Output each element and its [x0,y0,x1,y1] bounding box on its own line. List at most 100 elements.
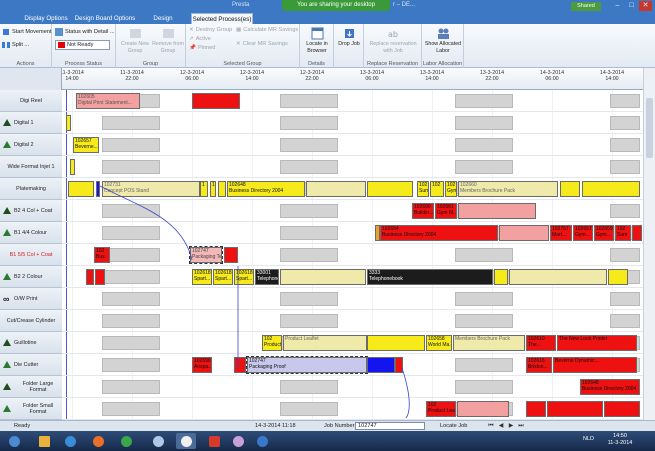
job-bar[interactable] [280,269,366,285]
taskbar-explorer[interactable] [34,433,54,449]
job-bar[interactable] [547,401,603,417]
job-bar[interactable]: 102654 Business Directory 2004 [380,225,498,241]
job-bar[interactable]: 102618 Spart... [213,269,233,285]
job-bar[interactable] [68,181,94,197]
active-button[interactable]: ↗ Active [189,36,211,42]
remove-from-group-button[interactable]: Remove from Group [152,27,184,54]
job-number-input[interactable]: 102747 [355,422,425,430]
show-allocated-labor-button[interactable]: Show Allocated Labor [424,27,462,54]
resource-row-header[interactable]: Die Cutter [0,354,62,376]
job-bar[interactable]: 102Product Leaf... [426,401,456,417]
close-button[interactable]: ✕ [639,1,652,11]
tab-design-board-options[interactable]: Design Board Options [74,13,136,24]
resource-row-header[interactable]: Digital 1 [0,112,62,134]
locate-in-browser-button[interactable]: Locate in Browser [302,27,332,54]
job-bar[interactable]: The New Look Printer [557,335,637,351]
tab-design-advanced[interactable]: Design (Advanced) [138,13,188,33]
start-button[interactable] [4,433,24,449]
job-bar[interactable]: 102660 Members Brochure Pack [458,181,558,197]
job-bar[interactable]: 102648 Business Directory 2004 [580,379,640,395]
job-bar[interactable]: Members Brochure Pack [453,335,525,351]
clear-mr-savings-button[interactable]: ✕ Clear MR Savings [236,41,288,47]
job-bar[interactable]: 102657 Gym... [573,225,593,241]
vertical-scrollbar[interactable] [643,68,655,420]
job-bar[interactable] [608,269,628,285]
job-bar[interactable]: 102605 Digital Print Statement... [76,93,140,109]
resource-row-header[interactable]: Digi Reel [0,90,62,112]
job-bar[interactable] [306,181,366,197]
job-bar[interactable]: 102Product... [262,335,282,351]
minimize-button[interactable]: – [611,1,624,11]
split-button[interactable]: Split ... [2,41,29,49]
destroy-group-button[interactable]: ✕ Destroy Group [189,27,232,33]
job-bar[interactable] [604,401,640,417]
job-bar[interactable] [96,181,100,197]
tab-display-options[interactable]: Display Options [20,13,72,24]
locate-job-button[interactable]: Locate Job [440,421,467,431]
tab-selected-processes[interactable]: Selected Process(es) [191,13,253,24]
job-bar[interactable] [367,181,413,197]
job-bar[interactable]: 102 Sum [615,225,631,241]
job-bar[interactable] [367,357,395,373]
job-bar[interactable]: 33001Telephone... [255,269,279,285]
job-bar[interactable] [494,269,508,285]
calculate-mr-savings-button[interactable]: ▦ Calculate MR Savings [236,27,298,33]
resource-row-header[interactable]: Platemaking [0,178,62,200]
job-bar[interactable] [66,115,71,131]
maximize-button[interactable]: □ [625,1,638,11]
job-bar[interactable]: 102618 Spart... [192,269,212,285]
taskbar-app-2[interactable] [228,433,248,449]
job-bar[interactable]: 102757 Mart... [550,225,572,241]
scrollbar-thumb[interactable] [646,98,653,158]
tray-clock[interactable]: 14:50 11-3-2014 [604,433,636,447]
job-bar[interactable]: 102747Packaging Test [189,246,223,264]
resource-row-header[interactable]: Folder Small Format [0,398,62,420]
job-bar[interactable]: 1 [210,181,216,197]
job-bar[interactable]: 102690 Airspa... [192,357,212,373]
resource-row-header[interactable]: ∞ O/W Print [0,288,62,310]
job-bar[interactable]: 102657 Beverne... [73,137,99,153]
taskbar-chrome[interactable] [116,433,136,449]
create-new-group-button[interactable]: Create New Group [120,27,150,54]
job-bar[interactable]: 102658 World Ma... [426,335,452,351]
job-bar[interactable]: 102 Sum [417,181,429,197]
job-bar[interactable]: 102731 Concept POS Stand [102,181,200,197]
last-job-arrow-icon[interactable]: ⏭ [517,422,525,430]
job-bar[interactable] [632,225,642,241]
job-bar[interactable] [95,269,105,285]
job-bar[interactable]: 1 [200,181,208,197]
job-bar[interactable] [560,181,580,197]
schedule-board[interactable]: 11-3-2014 14:00 11-3-2014 22:00 12-3-2014 06:… [62,68,643,420]
job-bar[interactable] [582,181,640,197]
desktop-sharing-banner[interactable]: You are sharing your desktop [282,0,390,11]
job-bar[interactable] [367,335,425,351]
job-bar[interactable] [218,181,226,197]
job-bar[interactable] [499,225,549,241]
job-bar[interactable]: 102747 Packaging Proof [246,356,368,374]
job-bar[interactable]: 102 Gym [445,181,457,197]
job-bar[interactable] [526,401,546,417]
resource-row-header[interactable]: Wide Format Injet 1 [0,156,62,178]
resource-row-header[interactable]: Folder Large Format [0,376,62,398]
job-bar[interactable]: 102616 Brixton... [526,357,552,373]
job-bar[interactable]: Product Leaflet [283,335,367,351]
job-bar[interactable] [395,357,403,373]
job-bar[interactable] [192,93,240,109]
taskbar-clock-app[interactable] [176,433,196,449]
first-job-arrow-icon[interactable]: ⏮ [487,422,495,430]
job-bar[interactable] [509,269,607,285]
tray-language[interactable]: NLD [583,436,594,442]
drop-job-button[interactable]: Drop Job [336,27,362,48]
resource-row-header[interactable]: Cut/Crease Cylinder [0,310,62,332]
job-bar[interactable]: 102661 Gym M... [435,203,457,219]
resource-row-header[interactable]: B1 4/4 Colour [0,222,62,244]
taskbar-app-3[interactable] [252,433,272,449]
job-bar[interactable]: 102648 Business Directory 2004 [227,181,305,197]
job-bar[interactable] [224,247,238,263]
job-bar[interactable]: 102 [430,181,444,197]
resource-row-header[interactable]: B1 5/5 Col + Coat [0,244,62,266]
resource-row-header[interactable]: B2 2 Colour [0,266,62,288]
job-bar[interactable] [234,357,246,373]
job-bar[interactable]: 102 Bus [94,247,110,263]
taskbar-app[interactable] [148,433,168,449]
